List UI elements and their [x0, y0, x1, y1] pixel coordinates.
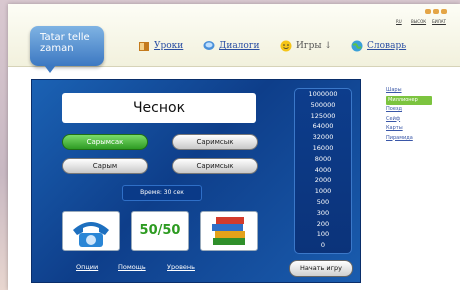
- games-sidebar: Шары Миллионер Поезд Сейф Карты Пирамида: [386, 86, 456, 143]
- prize-level: 4000: [314, 165, 332, 174]
- sidebar-item-balls[interactable]: Шары: [386, 86, 456, 96]
- sidebar-item-cards[interactable]: Карты: [386, 124, 456, 134]
- sidebar-item-safe[interactable]: Сейф: [386, 115, 456, 125]
- lang-link-ru[interactable]: RU: [396, 19, 402, 24]
- timer-display: Время: 30 сек: [122, 185, 202, 201]
- site-logo[interactable]: Tatar telle zaman: [30, 26, 104, 73]
- options-link[interactable]: Опции: [76, 263, 98, 271]
- phone-lifeline-button[interactable]: [62, 211, 120, 251]
- prize-level: 1000: [314, 187, 332, 196]
- control-dot[interactable]: [441, 9, 447, 14]
- answer-button-4[interactable]: Саримсык: [172, 158, 258, 174]
- speech-bubble-icon: [203, 41, 215, 50]
- logo-line2: zaman: [40, 43, 74, 54]
- answer-button-1[interactable]: Сарымсак: [62, 134, 148, 150]
- smiley-icon: [280, 40, 292, 52]
- nav-dialogs[interactable]: Диалоги: [203, 38, 260, 54]
- nav-lessons-label[interactable]: Уроки: [154, 41, 183, 51]
- millionaire-game: Чеснок Сарымсак Саримсык Сарым Саримсык …: [31, 79, 361, 283]
- start-game-button[interactable]: Начать игру: [289, 260, 353, 277]
- nav-dialogs-label[interactable]: Диалоги: [219, 41, 260, 51]
- prize-level: 64000: [312, 122, 334, 131]
- prize-level: 2000: [314, 176, 332, 185]
- books-lifeline-button[interactable]: [200, 211, 258, 251]
- prize-level: 500000: [310, 100, 336, 109]
- phone-icon: [73, 222, 109, 247]
- prize-level: 8000: [314, 154, 332, 163]
- nav-games[interactable]: Игры ↓: [280, 38, 332, 54]
- nav-lessons[interactable]: Уроки: [138, 38, 183, 54]
- prize-level: 32000: [312, 133, 334, 142]
- site-header: RU ВЫСОК БИЛАТ Tatar telle zaman Уроки Д…: [8, 4, 460, 73]
- globe-icon: [351, 40, 363, 52]
- prize-scale: 1000000 500000 125000 64000 32000 16000 …: [294, 88, 352, 254]
- logo-line1: Tatar telle: [40, 32, 90, 43]
- fifty-fifty-lifeline-button[interactable]: 50/50: [131, 211, 189, 251]
- prize-level: 0: [320, 241, 326, 250]
- window-controls: [425, 9, 455, 14]
- nav-dictionary-label[interactable]: Словарь: [367, 41, 406, 51]
- control-dot[interactable]: [433, 9, 439, 14]
- lang-link-3[interactable]: БИЛАТ: [432, 19, 446, 24]
- lang-link-2[interactable]: ВЫСОК: [411, 19, 426, 24]
- page: RU ВЫСОК БИЛАТ Tatar telle zaman Уроки Д…: [8, 4, 460, 290]
- prize-level: 300: [316, 208, 330, 217]
- prize-level: 16000: [312, 143, 334, 152]
- sidebar-item-train[interactable]: Поезд: [386, 105, 456, 115]
- answer-button-3[interactable]: Сарым: [62, 158, 148, 174]
- answer-button-2[interactable]: Саримсык: [172, 134, 258, 150]
- level-link[interactable]: Уровень: [167, 263, 195, 271]
- help-link[interactable]: Помощь: [118, 263, 146, 271]
- book-icon: [139, 42, 149, 51]
- prize-level: 125000: [310, 111, 336, 120]
- nav-games-label[interactable]: Игры ↓: [296, 41, 332, 51]
- prize-level: 100: [316, 230, 330, 239]
- prize-level: 200: [316, 219, 330, 228]
- sidebar-item-millionaire[interactable]: Миллионер: [386, 95, 432, 105]
- control-dot[interactable]: [425, 9, 431, 14]
- fifty-fifty-label: 50/50: [139, 223, 181, 238]
- prize-level: 500: [316, 197, 330, 206]
- books-icon: [212, 217, 245, 245]
- nav-dictionary[interactable]: Словарь: [351, 38, 406, 54]
- sidebar-item-pyramid[interactable]: Пирамида: [386, 134, 456, 144]
- prize-level: 1000000: [308, 90, 338, 98]
- question-word: Чеснок: [62, 93, 256, 123]
